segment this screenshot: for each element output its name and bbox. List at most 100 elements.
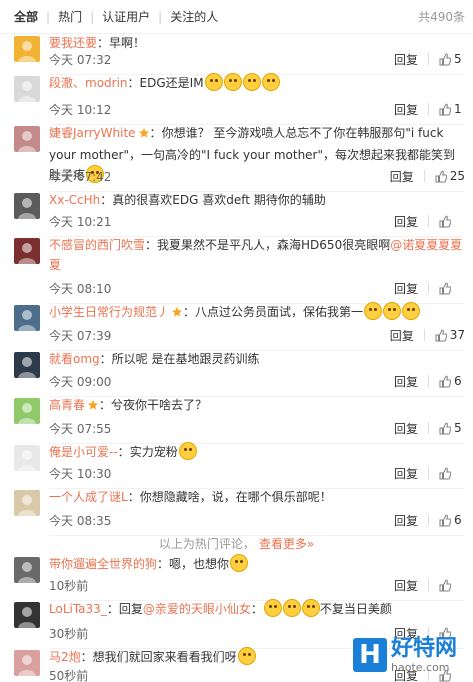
comment-username[interactable]: LoLiTa33_ — [49, 602, 107, 616]
like-button[interactable]: 5 — [439, 421, 465, 435]
avatar[interactable] — [14, 126, 40, 152]
like-count: 6 — [454, 513, 462, 527]
avatar[interactable] — [14, 490, 40, 516]
like-button[interactable] — [439, 215, 465, 228]
avatar[interactable] — [14, 352, 40, 378]
emoji-icon — [282, 599, 301, 617]
avatar[interactable] — [14, 398, 40, 424]
action-divider — [423, 329, 425, 341]
site-watermark: H 好特网 haote.com — [353, 628, 473, 682]
avatar[interactable] — [14, 76, 40, 102]
emoji-icon — [301, 599, 320, 617]
comment-username[interactable]: 就看omg — [49, 352, 100, 366]
thumb-up-icon — [439, 103, 451, 115]
action-divider — [428, 579, 429, 591]
avatar[interactable] — [14, 650, 40, 676]
comment-time: 今天 10:12 — [49, 102, 112, 117]
like-button[interactable] — [439, 467, 465, 480]
comment-content: 想我们就回家来看看我们呀 — [92, 650, 237, 664]
comment-time: 今天 08:10 — [49, 281, 112, 296]
like-button[interactable]: 37 — [435, 328, 465, 342]
reply-button[interactable]: 回复 — [394, 465, 418, 482]
avatar[interactable] — [14, 238, 40, 264]
reply-button[interactable]: 回复 — [394, 280, 418, 297]
comment-time: 今天 07:42 — [49, 169, 112, 184]
like-button[interactable] — [439, 282, 465, 295]
reply-button[interactable]: 回复 — [394, 512, 418, 529]
comment-meta: 今天 10:12 回复 1 — [49, 100, 465, 118]
comment-username[interactable]: 段澈、modrin — [49, 76, 128, 90]
comment-separator: ： — [149, 126, 162, 140]
reply-button[interactable]: 回复 — [394, 420, 418, 437]
comment-item: 就看omg：所以呢 是在基地跟灵药训练 今天 09:00 回复 6 — [0, 352, 473, 397]
hot-comments-separator: 以上为热门评论， 查看更多» — [0, 533, 473, 553]
like-count: 6 — [454, 374, 462, 388]
thumb-up-icon — [435, 170, 447, 182]
like-count: 25 — [449, 169, 465, 183]
comment-text: 高青春 ：兮夜你干啥去了？ — [49, 395, 465, 417]
user-badge-icon — [138, 125, 150, 145]
comment-text: Xx-CcHh：真的很喜欢EDG 喜欢deft 期待你的辅助 — [49, 190, 465, 210]
watermark-url: haote.com — [391, 660, 450, 674]
comment-username[interactable]: 一个人成了谜L — [49, 490, 128, 504]
comment-username[interactable]: 婕睿JarryWhite — [49, 126, 136, 140]
avatar[interactable] — [14, 557, 40, 583]
separator-text: 以上为热门评论， — [158, 536, 255, 551]
comment-username[interactable]: 马2炮 — [49, 650, 81, 664]
avatar[interactable] — [14, 602, 40, 628]
comment-username[interactable]: 小学生日常行为规范丿 — [49, 305, 169, 319]
avatar[interactable] — [14, 193, 40, 219]
thumb-up-icon — [439, 579, 451, 591]
reply-button[interactable]: 回复 — [394, 101, 418, 118]
user-badge-icon — [87, 397, 99, 417]
comment-text: 小学生日常行为规范丿 ：八点过公务员面试，保佑我第一 — [49, 302, 465, 324]
action-divider — [428, 103, 429, 115]
action-divider — [428, 375, 429, 387]
emoji-icon — [402, 302, 421, 320]
reply-button[interactable]: 回复 — [394, 373, 418, 390]
like-button[interactable]: 5 — [439, 52, 465, 66]
reply-button[interactable]: 回复 — [390, 327, 414, 344]
tab-verified[interactable]: 认证用户 — [102, 8, 150, 25]
comment-username[interactable]: 俺是小可爱-- — [49, 445, 118, 459]
comment-meta: 今天 07:32 回复 5 — [49, 50, 465, 68]
thumb-up-icon — [439, 215, 451, 227]
comment-meta: 今天 10:21 回复 — [49, 212, 465, 230]
comment-content: ： — [250, 602, 263, 616]
thumb-up-icon — [439, 422, 451, 434]
like-button[interactable]: 6 — [439, 513, 465, 527]
comment-time: 今天 10:30 — [49, 466, 112, 481]
comment-item: 小学生日常行为规范丿 ：八点过公务员面试，保佑我第一 今天 07:39 回复 37 — [0, 302, 473, 351]
comment-item: 高青春 ：兮夜你干啥去了？ 今天 07:55 回复 5 — [0, 395, 473, 444]
like-button[interactable]: 1 — [439, 102, 465, 116]
view-more-link[interactable]: 查看更多» — [259, 535, 314, 552]
reply-button[interactable]: 回复 — [394, 51, 418, 68]
reply-button[interactable]: 回复 — [394, 213, 418, 230]
comment-content: 八点过公务员面试，保佑我第一 — [195, 305, 364, 319]
emoji-icon — [237, 647, 256, 665]
comment-content: 真的很喜欢EDG 喜欢deft 期待你的辅助 — [112, 193, 326, 207]
comment-username[interactable]: 不感冒的西门吹雪 — [49, 238, 145, 252]
tab-hot[interactable]: 热门 — [58, 8, 82, 25]
thumb-up-icon — [439, 467, 451, 479]
tab-all[interactable]: 全部 — [14, 8, 38, 25]
tab-following[interactable]: 关注的人 — [170, 8, 218, 25]
comment-username[interactable]: Xx-CcHh — [49, 193, 100, 207]
reply-button[interactable]: 回复 — [390, 168, 414, 185]
comment-username[interactable]: 高青春 — [49, 398, 85, 412]
comment-text: LoLiTa33_：回复@亲爱的天眼小仙女： 不复当日美颜 — [49, 599, 465, 619]
avatar[interactable] — [14, 36, 40, 62]
comment-username[interactable]: 带你遛遍全世界的狗 — [49, 557, 157, 571]
like-button[interactable]: 25 — [435, 169, 465, 183]
action-divider — [428, 53, 429, 65]
avatar[interactable] — [14, 445, 40, 471]
like-button[interactable]: 6 — [439, 374, 465, 388]
reply-button[interactable]: 回复 — [394, 577, 418, 594]
avatar[interactable] — [14, 305, 40, 331]
like-button[interactable] — [439, 579, 465, 592]
action-divider — [428, 514, 429, 526]
comment-username[interactable]: 要我还要 — [49, 36, 97, 50]
emoji-icon — [364, 302, 383, 320]
comment-text: 俺是小可爱--：实力宠粉 — [49, 442, 465, 462]
mention-link[interactable]: @亲爱的天眼小仙女 — [143, 602, 251, 616]
